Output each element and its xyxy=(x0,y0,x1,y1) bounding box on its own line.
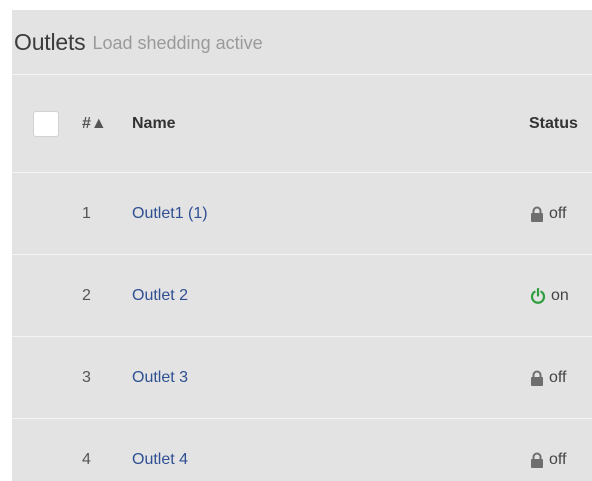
outlets-table: #▲ Name Status 1 Outlet1 (1) off 2 Outle… xyxy=(12,75,592,481)
outlet-name-link[interactable]: Outlet 3 xyxy=(132,369,188,387)
outlet-number: 4 xyxy=(82,450,91,468)
outlet-status-text: on xyxy=(551,286,569,304)
outlet-status: off xyxy=(530,369,567,387)
table-row[interactable]: 4 Outlet 4 off xyxy=(12,419,592,481)
table-row[interactable]: 2 Outlet 2 on xyxy=(12,255,592,337)
column-header-number[interactable]: #▲ xyxy=(82,115,107,133)
table-row[interactable]: 3 Outlet 3 off xyxy=(12,337,592,419)
outlet-number: 2 xyxy=(82,286,91,304)
outlet-status-text: off xyxy=(549,204,567,222)
lock-icon xyxy=(531,452,543,468)
panel-title: Outlets xyxy=(14,28,86,55)
panel-header: Outlets Load shedding active xyxy=(12,10,592,75)
outlet-status-text: off xyxy=(549,368,567,386)
outlet-number: 3 xyxy=(82,368,91,386)
outlet-name-link[interactable]: Outlet 2 xyxy=(132,287,188,305)
column-header-name[interactable]: Name xyxy=(132,115,176,133)
panel-subtitle: Load shedding active xyxy=(92,33,263,53)
outlet-number: 1 xyxy=(82,204,91,222)
outlet-status: off xyxy=(530,451,567,469)
outlet-status: off xyxy=(530,205,567,223)
table-row[interactable]: 1 Outlet1 (1) off xyxy=(12,173,592,255)
outlet-status: on xyxy=(530,287,569,305)
outlet-status-text: off xyxy=(549,450,567,468)
lock-icon xyxy=(531,206,543,222)
outlet-name-link[interactable]: Outlet 4 xyxy=(132,451,188,469)
table-header-row: #▲ Name Status xyxy=(12,75,592,173)
select-all-checkbox[interactable] xyxy=(33,110,59,137)
column-header-status[interactable]: Status xyxy=(529,115,578,133)
outlets-panel: Outlets Load shedding active #▲ Name Sta… xyxy=(12,10,592,481)
lock-icon xyxy=(531,370,543,386)
outlet-name-link[interactable]: Outlet1 (1) xyxy=(132,205,208,223)
power-icon xyxy=(530,287,546,304)
